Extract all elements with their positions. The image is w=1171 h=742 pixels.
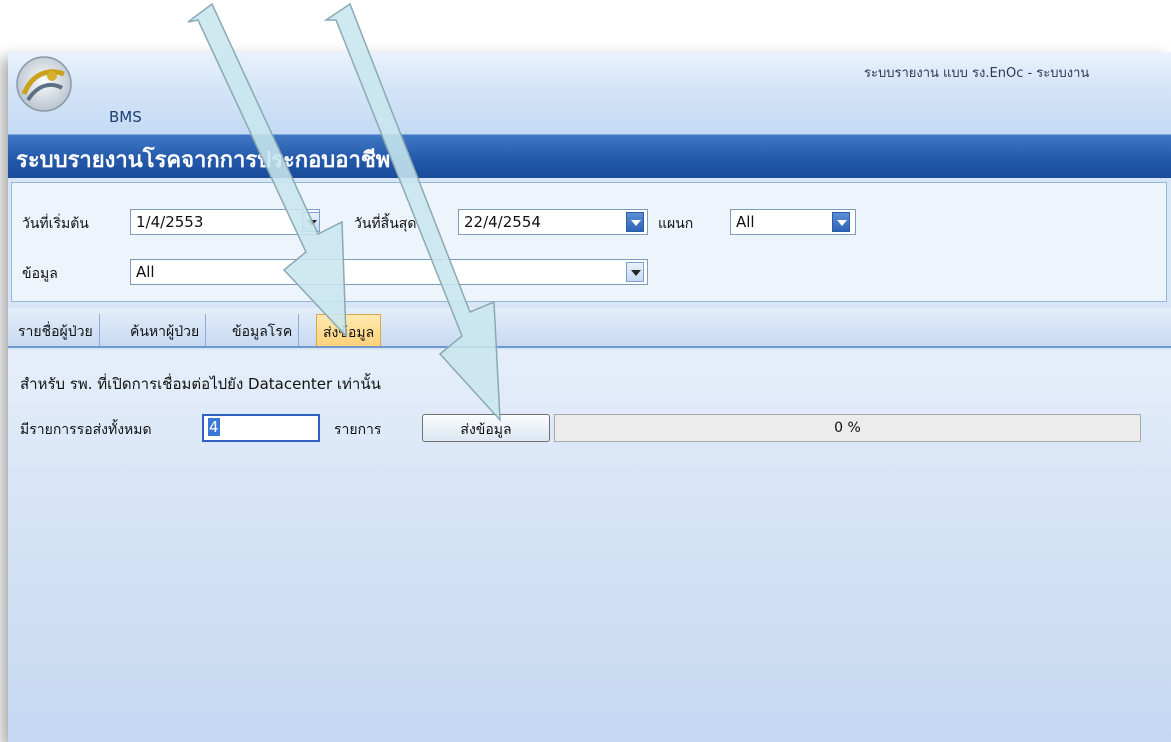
department-label: แผนก xyxy=(658,216,694,232)
bms-logo-icon[interactable] xyxy=(12,54,76,116)
tab-send-data[interactable]: ส่งข้อมูล xyxy=(316,314,382,346)
filter-panel: วันที่เริ่มต้น 1/4/2553 วันที่สิ้นสุด 22… xyxy=(11,182,1167,302)
tab-disease-data[interactable]: ข้อมูลโรค xyxy=(226,314,300,346)
items-unit-label: รายการ xyxy=(334,422,382,438)
title-bar: BMS ระบบรายงาน แบบ รง.EnOc - ระบบงาน xyxy=(8,52,1171,134)
end-date-dropdown-icon[interactable] xyxy=(626,212,644,232)
send-data-panel: สำหรับ รพ. ที่เปิดการเชื่อมต่อไปยัง Data… xyxy=(8,350,1171,742)
app-header: ระบบรายงานโรคจากการประกอบอาชีพ xyxy=(8,134,1171,178)
tab-strip: รายชื่อผู้ป่วย ค้นหาผู้ป่วย ข้อมูลโรค ส่… xyxy=(8,308,1171,348)
send-data-button[interactable]: ส่งข้อมูล xyxy=(422,414,550,442)
datacenter-note: สำหรับ รพ. ที่เปิดการเชื่อมต่อไปยัง Data… xyxy=(20,375,381,393)
data-dropdown-icon[interactable] xyxy=(626,262,644,282)
pending-label: มีรายการรอส่งทั้งหมด xyxy=(20,422,152,438)
progress-text: 0 % xyxy=(834,420,861,436)
window-title: ระบบรายงาน แบบ รง.EnOc - ระบบงาน xyxy=(864,66,1090,81)
start-date-field[interactable]: 1/4/2553 xyxy=(130,209,320,235)
end-date-field[interactable]: 22/4/2554 xyxy=(458,209,648,235)
tab-patient-list[interactable]: รายชื่อผู้ป่วย xyxy=(12,314,100,346)
send-progress-bar: 0 % xyxy=(554,414,1141,442)
pending-count-field[interactable]: 4 xyxy=(202,414,320,442)
app-window: BMS ระบบรายงาน แบบ รง.EnOc - ระบบงาน ระบ… xyxy=(8,52,1171,742)
end-date-label: วันที่สิ้นสุด xyxy=(354,216,417,232)
brand-label: BMS xyxy=(109,108,142,126)
data-select[interactable]: All xyxy=(130,259,648,285)
data-label: ข้อมูล xyxy=(22,266,58,282)
start-date-dropdown-icon[interactable] xyxy=(302,212,320,232)
page-title: ระบบรายงานโรคจากการประกอบอาชีพ xyxy=(16,148,391,173)
department-dropdown-icon[interactable] xyxy=(832,212,850,232)
start-date-label: วันที่เริ่มต้น xyxy=(22,216,89,232)
tab-patient-search[interactable]: ค้นหาผู้ป่วย xyxy=(124,314,207,346)
pending-count-value: 4 xyxy=(208,418,220,436)
